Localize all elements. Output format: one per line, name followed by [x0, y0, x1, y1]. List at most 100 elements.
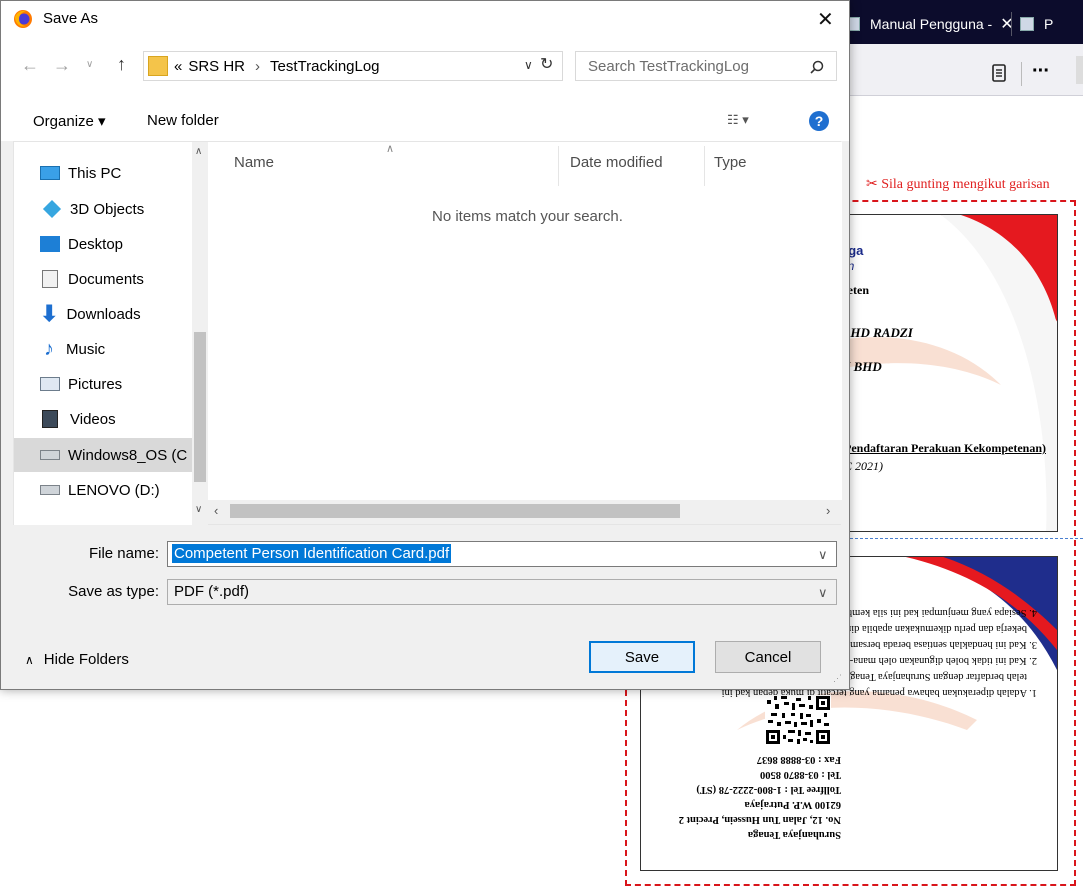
breadcrumb-separator-icon[interactable]: ›: [255, 58, 260, 75]
browser-tab-manual[interactable]: Manual Pengguna - ✕: [846, 10, 1014, 38]
nav-item-videos[interactable]: Videos: [14, 402, 192, 436]
forward-arrow-icon[interactable]: →: [53, 55, 71, 76]
save-as-dialog: Save As ✕ ← → ∨ ↑ « SRS HR › TestTrackin…: [0, 0, 850, 690]
more-menu-icon[interactable]: ···: [1032, 60, 1050, 83]
column-divider[interactable]: [704, 146, 705, 186]
downloads-icon: ⬇: [40, 301, 59, 326]
browser-tab-label: Manual Pengguna -: [870, 16, 993, 32]
contact-line: Fax : 03-8888 8637: [756, 754, 841, 765]
nav-item-label: Videos: [70, 410, 116, 428]
column-header-type[interactable]: Type: [714, 154, 747, 171]
horizontal-scrollbar[interactable]: ‹ ›: [208, 500, 842, 524]
view-options-icon[interactable]: ☷ ▾: [727, 112, 749, 128]
nav-item-downloads[interactable]: ⬇ Downloads: [14, 297, 192, 331]
save-button[interactable]: Save: [589, 641, 695, 673]
cancel-button[interactable]: Cancel: [715, 641, 821, 673]
contact-line: Tollfree Tel : 1-800-2222-78 (ST): [696, 784, 841, 795]
nav-item-label: 3D Objects: [70, 200, 145, 218]
resize-grip-icon[interactable]: ⋰: [833, 673, 842, 684]
nav-scrollbar[interactable]: ∧ ∨: [192, 142, 208, 526]
search-placeholder: Search TestTrackingLog: [588, 58, 749, 75]
firefox-icon: [14, 10, 32, 28]
folder-icon: [148, 56, 168, 76]
recent-locations-chevron-icon[interactable]: ∨: [86, 59, 93, 70]
cut-instruction: ✂ Sila gunting mengikut garisan: [866, 177, 1050, 192]
organize-button[interactable]: Organize ▾: [33, 112, 106, 130]
file-list: Name ∧ Date modified Type No items match…: [208, 142, 842, 502]
scroll-up-icon[interactable]: ∧: [195, 146, 202, 157]
scroll-right-icon[interactable]: ›: [826, 503, 830, 518]
save-options-area: File name: Competent Person Identificati…: [1, 525, 849, 689]
search-icon[interactable]: [810, 60, 824, 74]
breadcrumb-part-testtrackinglog[interactable]: TestTrackingLog: [270, 58, 380, 75]
save-as-type-value: PDF (*.pdf): [174, 583, 250, 600]
column-header-date-modified[interactable]: Date modified: [570, 154, 663, 171]
save-as-type-label: Save as type:: [68, 583, 159, 600]
sort-chevron-icon: ∧: [386, 143, 395, 155]
browser-tab-second[interactable]: P: [1020, 10, 1053, 38]
nav-item-label: Desktop: [68, 235, 124, 253]
nav-item-label: Downloads: [66, 305, 141, 323]
nav-item-label: Documents: [68, 270, 144, 288]
new-folder-button[interactable]: New folder: [147, 112, 219, 129]
dialog-title-bar[interactable]: Save As ✕: [1, 1, 849, 37]
nav-item-this-pc[interactable]: This PC: [14, 156, 192, 190]
help-icon[interactable]: ?: [809, 111, 829, 131]
breadcrumb-overflow[interactable]: «: [174, 58, 182, 75]
nav-item-documents[interactable]: Documents: [14, 262, 192, 296]
browser-tab-strip: Manual Pengguna - ✕ P: [840, 0, 1083, 44]
card-holder-name: OHD RADZI: [841, 325, 913, 340]
breadcrumb-part-srs-hr[interactable]: SRS HR: [188, 58, 245, 75]
nav-item-label: Music: [66, 340, 106, 358]
page-icon: [1020, 17, 1034, 31]
qr-code-icon: [765, 695, 831, 745]
breadcrumb[interactable]: « SRS HR › TestTrackingLog ∨ ↻: [143, 51, 563, 81]
up-arrow-icon[interactable]: ↑: [117, 54, 126, 75]
address-bar-row: ← → ∨ ↑ « SRS HR › TestTrackingLog ∨ ↻ S…: [1, 37, 849, 103]
search-box[interactable]: Search TestTrackingLog: [575, 51, 837, 81]
save-as-type-chevron-icon[interactable]: ∨: [818, 585, 828, 601]
3d-objects-icon: [42, 199, 62, 219]
nav-item-windows8-os[interactable]: Windows8_OS (C: [14, 438, 192, 472]
scroll-left-icon[interactable]: ‹: [214, 503, 218, 518]
file-name-field[interactable]: Competent Person Identification Card.pdf…: [167, 541, 837, 567]
hide-folders-label: Hide Folders: [43, 651, 129, 668]
file-name-value: Competent Person Identification Card.pdf: [172, 544, 452, 563]
nav-item-label: Pictures: [68, 375, 123, 393]
horizontal-scrollbar-thumb[interactable]: [230, 504, 680, 518]
save-as-type-select[interactable]: PDF (*.pdf) ∨: [167, 579, 837, 605]
contact-line: Tel : 03-8870 8500: [760, 769, 841, 780]
scroll-down-icon[interactable]: ∨: [195, 504, 202, 515]
nav-item-desktop[interactable]: Desktop: [14, 227, 192, 261]
card-act: Pendaftaran Perakuan Kekompetenan): [844, 441, 1046, 455]
reader-view-icon[interactable]: [992, 64, 1006, 82]
nav-item-lenovo-d[interactable]: LENOVO (D:): [14, 473, 192, 507]
command-bar: Organize ▾ New folder ☷ ▾ ?: [1, 103, 849, 141]
dialog-title: Save As: [43, 10, 99, 27]
refresh-icon[interactable]: ↻: [540, 54, 553, 74]
back-card-contact: Suruhanjaya Tenaga No. 12, Jalan Tun Hus…: [679, 752, 841, 842]
nav-item-pictures[interactable]: Pictures: [14, 367, 192, 401]
browser-toolbar: ···: [840, 44, 1083, 96]
tab-divider: [1011, 12, 1012, 36]
browser-tab-label: P: [1044, 16, 1054, 32]
nav-item-label: LENOVO (D:): [68, 481, 160, 499]
contact-line: Suruhanjaya Tenaga: [747, 829, 841, 840]
column-divider[interactable]: [558, 146, 559, 186]
back-arrow-icon[interactable]: ←: [21, 55, 39, 76]
file-name-label: File name:: [88, 545, 159, 562]
nav-item-music[interactable]: ♪ Music: [14, 332, 192, 366]
pictures-icon: [40, 377, 60, 391]
nav-item-3d-objects[interactable]: 3D Objects: [14, 192, 192, 226]
desktop-icon: [40, 236, 60, 252]
empty-folder-message: No items match your search.: [432, 208, 623, 225]
hide-folders-toggle[interactable]: ∧ Hide Folders: [25, 651, 129, 668]
toolbar-overflow-edge: [1076, 56, 1083, 84]
column-header-name[interactable]: Name: [234, 154, 274, 171]
videos-icon: [42, 410, 58, 428]
chevron-up-icon: ∧: [25, 652, 34, 667]
file-name-dropdown-chevron-icon[interactable]: ∨: [818, 547, 828, 563]
address-dropdown-chevron-icon[interactable]: ∨: [524, 58, 533, 72]
close-icon[interactable]: ✕: [817, 7, 834, 32]
nav-scrollbar-thumb[interactable]: [194, 332, 206, 482]
